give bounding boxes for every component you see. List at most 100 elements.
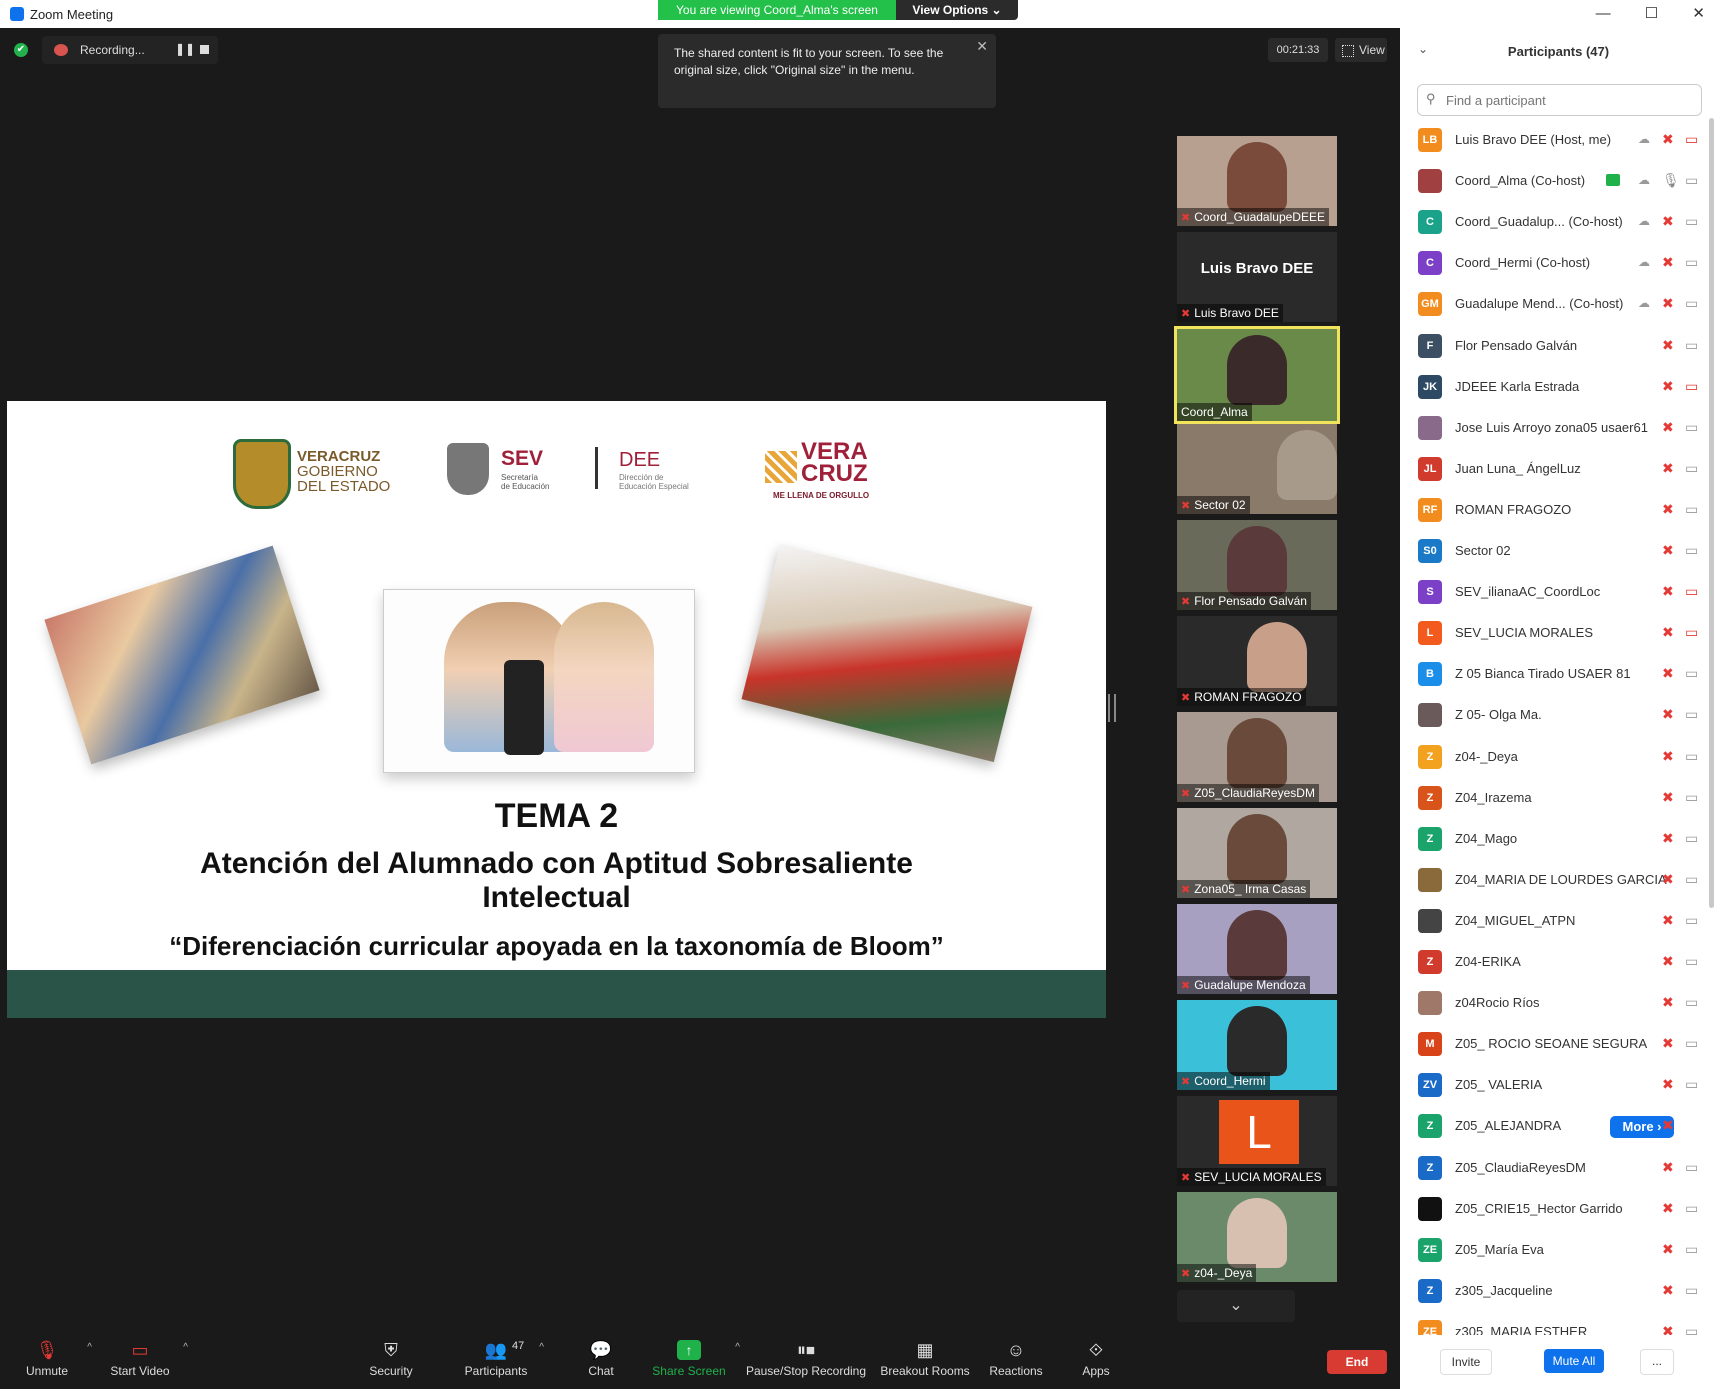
participant-row[interactable]: L SEV_LUCIA MORALES ✖ ▭ <box>1400 613 1710 654</box>
encryption-shield-icon[interactable]: ✔ <box>14 43 28 57</box>
participant-row[interactable]: S0 Sector 02 ✖ ▭ <box>1400 531 1710 572</box>
participant-row[interactable]: F Flor Pensado Galván ✖ ▭ <box>1400 326 1710 367</box>
maximize-icon[interactable]: ☐ <box>1645 5 1658 22</box>
muted-mic-icon[interactable]: ✖ <box>1662 337 1674 354</box>
view-options-button[interactable]: View Options ⌄ <box>896 0 1018 20</box>
mute-all-button[interactable]: Mute All <box>1544 1349 1604 1373</box>
breakout-rooms-button[interactable]: ▦ Breakout Rooms <box>878 1328 972 1389</box>
muted-mic-icon[interactable]: ✖ <box>1662 665 1674 682</box>
muted-mic-icon[interactable]: ✖ <box>1662 789 1674 806</box>
muted-mic-icon[interactable]: ✖ <box>1662 295 1674 312</box>
participant-row[interactable]: Zz305_Jacqueline ✖ ▭ <box>1400 1271 1710 1312</box>
participants-button[interactable]: 👥 47 Participants ^ <box>460 1328 544 1389</box>
participant-row[interactable]: JL Juan Luna_ ÁngelLuz ✖ ▭ <box>1400 449 1710 490</box>
muted-mic-icon[interactable]: ✖ <box>1662 501 1674 518</box>
video-camera-icon[interactable]: ▭ <box>1685 665 1698 682</box>
participant-row[interactable]: ZE Z05_María Eva ✖ ▭ <box>1400 1230 1710 1271</box>
muted-mic-icon[interactable]: ✖ <box>1662 583 1674 600</box>
participant-row[interactable]: S SEV_ilianaAC_CoordLoc ✖ ▭ <box>1400 572 1710 613</box>
video-options-caret-icon[interactable]: ^ <box>183 1342 188 1353</box>
video-tile[interactable]: ✖ z04-_Deya <box>1177 1192 1337 1282</box>
participant-search[interactable]: ⚲ <box>1417 84 1702 116</box>
video-camera-icon[interactable]: ▭ <box>1685 953 1698 970</box>
muted-mic-icon[interactable]: ✖ <box>1662 460 1674 477</box>
video-camera-icon[interactable]: ▭ <box>1685 542 1698 559</box>
muted-mic-icon[interactable]: ✖ <box>1662 953 1674 970</box>
video-camera-icon[interactable]: ▭ <box>1685 748 1698 765</box>
video-tile[interactable]: ✖ Zona05_ Irma Casas <box>1177 808 1337 898</box>
participant-row[interactable]: Z04_MIGUEL_ATPN ✖ ▭ <box>1400 901 1710 942</box>
participant-row[interactable]: ZE z305_MARIA ESTHER ✖ ▭ <box>1400 1312 1710 1335</box>
video-camera-icon[interactable]: ▭ <box>1685 213 1698 230</box>
participant-row[interactable]: Z Z04_Irazema ✖ ▭ <box>1400 778 1710 819</box>
gallery-scroll-down-button[interactable]: ⌄ <box>1177 1290 1295 1322</box>
video-tile[interactable]: ✖ Coord_Hermi <box>1177 1000 1337 1090</box>
pause-stop-recording-button[interactable]: ⏸⏹ Pause/Stop Recording <box>744 1328 868 1389</box>
participant-row[interactable]: Z Z05_ALEJANDRA More › ✖ <box>1400 1106 1710 1147</box>
minimize-icon[interactable]: — <box>1596 5 1611 22</box>
muted-mic-icon[interactable]: ✖ <box>1662 871 1674 888</box>
start-video-button[interactable]: ▭ Start Video ^ <box>104 1328 188 1389</box>
video-tile[interactable]: ✖ Coord_GuadalupeDEEE <box>1177 136 1337 226</box>
muted-mic-icon[interactable]: ✖ <box>1662 1282 1674 1299</box>
muted-mic-icon[interactable]: ✖ <box>1662 1076 1674 1093</box>
video-camera-icon[interactable]: ▭ <box>1685 419 1698 436</box>
video-camera-icon[interactable]: ▭ <box>1685 1159 1698 1176</box>
video-camera-icon[interactable]: ▭ <box>1685 295 1698 312</box>
muted-mic-icon[interactable]: ✖ <box>1662 1035 1674 1052</box>
video-camera-icon[interactable]: ▭ <box>1685 830 1698 847</box>
participant-row[interactable]: Z Z04_Mago ✖ ▭ <box>1400 819 1710 860</box>
video-tile[interactable]: Luis Bravo DEE ✖ Luis Bravo DEE <box>1177 232 1337 322</box>
muted-mic-icon[interactable]: ✖ <box>1662 830 1674 847</box>
participant-row[interactable]: Zz04-_Deya ✖ ▭ <box>1400 737 1710 778</box>
video-camera-icon[interactable]: ▭ <box>1685 1035 1698 1052</box>
participant-row[interactable]: Jose Luis Arroyo zona05 usaer61 ✖ ▭ <box>1400 408 1710 449</box>
video-tile[interactable]: ✖ Z05_ClaudiaReyesDM <box>1177 712 1337 802</box>
muted-mic-icon[interactable]: ✖ <box>1662 254 1674 271</box>
reactions-button[interactable]: ☺ Reactions <box>986 1328 1046 1389</box>
video-camera-icon[interactable]: ▭ <box>1685 1076 1698 1093</box>
participant-row[interactable]: LB Luis Bravo DEE (Host, me) ☁ ✖ ▭ <box>1400 120 1710 161</box>
participant-row[interactable]: Z Z04-ERIKA ✖ ▭ <box>1400 942 1710 983</box>
participants-caret-icon[interactable]: ^ <box>539 1342 544 1353</box>
muted-mic-icon[interactable]: ✖ <box>1662 994 1674 1011</box>
video-off-icon[interactable]: ▭ <box>1685 624 1698 641</box>
video-camera-icon[interactable]: ▭ <box>1685 254 1698 271</box>
participant-row[interactable]: JK JDEEE Karla Estrada ✖ ▭ <box>1400 367 1710 408</box>
video-camera-icon[interactable]: ▭ <box>1685 789 1698 806</box>
video-camera-icon[interactable]: ▭ <box>1685 501 1698 518</box>
participant-row[interactable]: GM Guadalupe Mend... (Co-host) ☁ ✖ ▭ <box>1400 284 1710 325</box>
muted-mic-icon[interactable]: ✖ <box>1662 706 1674 723</box>
search-input[interactable] <box>1444 90 1693 110</box>
panel-more-button[interactable]: ... <box>1640 1349 1674 1375</box>
participant-row[interactable]: C Coord_Hermi (Co-host) ☁ ✖ ▭ <box>1400 243 1710 284</box>
muted-mic-icon[interactable]: ✖ <box>1662 1241 1674 1258</box>
mic-icon[interactable]: 🎙 <box>1662 172 1680 189</box>
close-icon[interactable]: ✕ <box>976 38 988 55</box>
participant-row[interactable]: B Z 05 Bianca Tirado USAER 81 ✖ ▭ <box>1400 654 1710 695</box>
video-camera-icon[interactable]: ▭ <box>1685 1323 1698 1335</box>
video-tile[interactable]: ✖ Sector 02 <box>1177 424 1337 514</box>
video-camera-icon[interactable]: ▭ <box>1685 706 1698 723</box>
muted-mic-icon[interactable]: ✖ <box>1662 378 1674 395</box>
video-tile[interactable]: L ✖ SEV_LUCIA MORALES <box>1177 1096 1337 1186</box>
video-camera-icon[interactable]: ▭ <box>1685 912 1698 929</box>
muted-mic-icon[interactable]: ✖ <box>1662 131 1674 148</box>
video-camera-icon[interactable]: ▭ <box>1685 871 1698 888</box>
video-off-icon[interactable]: ▭ <box>1685 131 1698 148</box>
security-button[interactable]: ⛨ Security <box>360 1328 422 1389</box>
muted-mic-icon[interactable]: ✖ <box>1662 1200 1674 1217</box>
participant-row[interactable]: ZV Z05_ VALERIA ✖ ▭ <box>1400 1065 1710 1106</box>
stop-recording-icon[interactable] <box>200 45 209 54</box>
chat-button[interactable]: 💬 Chat <box>580 1328 622 1389</box>
invite-button[interactable]: Invite <box>1440 1349 1492 1375</box>
share-screen-button[interactable]: ↑ Share Screen ^ <box>650 1328 740 1389</box>
close-window-icon[interactable]: ✕ <box>1692 5 1705 22</box>
participant-row[interactable]: Z 05- Olga Ma. ✖ ▭ <box>1400 695 1710 736</box>
participant-row[interactable]: Coord_Alma (Co-host) ☁ 🎙 ▭ <box>1400 161 1710 202</box>
video-tile[interactable]: ✖ Guadalupe Mendoza <box>1177 904 1337 994</box>
participant-row[interactable]: Z Z05_ClaudiaReyesDM ✖ ▭ <box>1400 1148 1710 1189</box>
audio-options-caret-icon[interactable]: ^ <box>87 1342 92 1353</box>
participant-row[interactable]: Z05_CRIE15_Hector Garrido ✖ ▭ <box>1400 1189 1710 1230</box>
video-camera-icon[interactable]: ▭ <box>1685 994 1698 1011</box>
